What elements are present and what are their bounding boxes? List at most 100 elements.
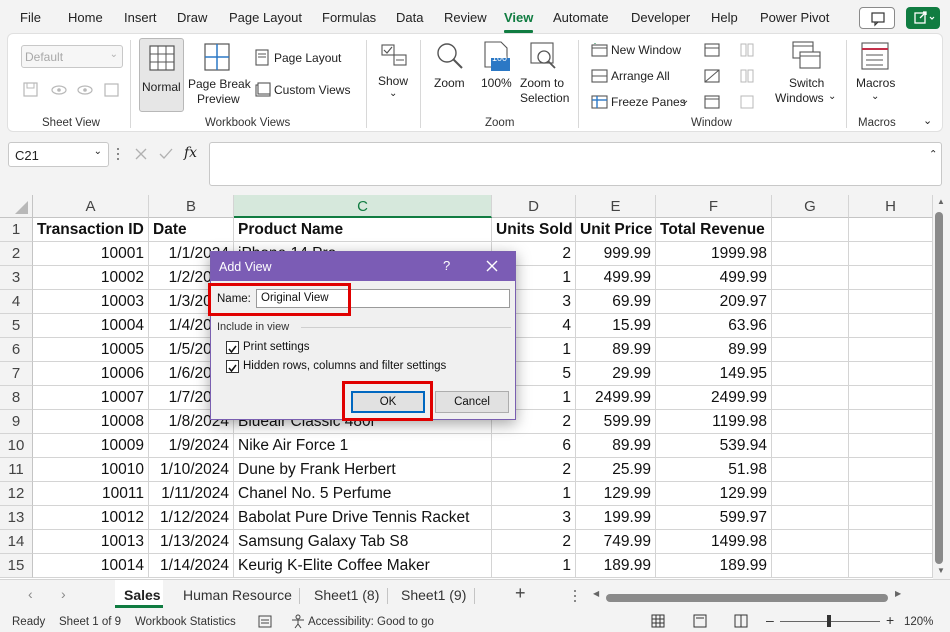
zoom-to-selection-label-2[interactable]: Selection: [520, 91, 569, 105]
menu-draw[interactable]: Draw: [177, 10, 207, 25]
row-header-2[interactable]: 2: [0, 242, 33, 266]
row-header-8[interactable]: 8: [0, 386, 33, 410]
hidden-rows-label[interactable]: Hidden rows, columns and filter settings: [243, 360, 446, 372]
data-cell[interactable]: [849, 482, 933, 506]
vertical-scroll-thumb[interactable]: [935, 212, 943, 564]
data-cell[interactable]: 189.99: [576, 554, 656, 578]
row-header-7[interactable]: 7: [0, 362, 33, 386]
data-cell[interactable]: 1199.98: [656, 410, 772, 434]
data-cell[interactable]: 10014: [33, 554, 149, 578]
show-label[interactable]: Show: [378, 74, 408, 88]
switch-windows-label-2[interactable]: Windows: [775, 91, 824, 105]
chevron-up-icon[interactable]: ⌄: [929, 147, 937, 158]
print-settings-checkbox[interactable]: [226, 341, 239, 354]
row-header-11[interactable]: 11: [0, 458, 33, 482]
data-cell[interactable]: 10004: [33, 314, 149, 338]
data-cell[interactable]: [849, 410, 933, 434]
zoom-100-label[interactable]: 100%: [481, 76, 512, 90]
zoom-slider-thumb[interactable]: [827, 615, 831, 627]
column-header-g[interactable]: G: [772, 195, 849, 218]
column-header-d[interactable]: D: [492, 195, 576, 218]
header-cell[interactable]: Date: [149, 218, 234, 242]
add-sheet-icon[interactable]: +: [515, 583, 526, 604]
data-cell[interactable]: [772, 266, 849, 290]
data-cell[interactable]: 1/9/2024: [149, 434, 234, 458]
menu-insert[interactable]: Insert: [124, 10, 157, 25]
data-cell[interactable]: [849, 386, 933, 410]
zoom-in-icon[interactable]: +: [886, 612, 894, 628]
data-cell[interactable]: [772, 554, 849, 578]
scroll-left-icon[interactable]: ◀: [593, 589, 599, 598]
page-layout-label[interactable]: Page Layout: [274, 51, 341, 65]
row-header-14[interactable]: 14: [0, 530, 33, 554]
sheet-tab-sheet1-9[interactable]: Sheet1 (9): [401, 587, 466, 603]
data-cell[interactable]: [772, 434, 849, 458]
data-cell[interactable]: 599.97: [656, 506, 772, 530]
comments-button[interactable]: [859, 7, 895, 29]
page-break-preview-label-1[interactable]: Page Break: [188, 77, 251, 91]
data-cell[interactable]: 2: [492, 458, 576, 482]
custom-views-label[interactable]: Custom Views: [274, 83, 350, 97]
scroll-up-icon[interactable]: ▲: [937, 197, 945, 206]
data-cell[interactable]: 51.98: [656, 458, 772, 482]
status-accessibility[interactable]: Accessibility: Good to go: [308, 616, 434, 628]
data-cell[interactable]: 599.99: [576, 410, 656, 434]
new-window-label[interactable]: New Window: [611, 43, 681, 57]
data-cell[interactable]: 499.99: [656, 266, 772, 290]
column-header-a[interactable]: A: [33, 195, 149, 218]
zoom-label[interactable]: Zoom: [434, 76, 465, 90]
column-header-h[interactable]: H: [849, 195, 933, 218]
page-break-status-icon[interactable]: [734, 614, 748, 628]
data-cell[interactable]: [849, 362, 933, 386]
data-cell[interactable]: 63.96: [656, 314, 772, 338]
normal-view-button[interactable]: Normal: [139, 38, 184, 112]
data-cell[interactable]: [849, 434, 933, 458]
data-cell[interactable]: 1/12/2024: [149, 506, 234, 530]
row-header-4[interactable]: 4: [0, 290, 33, 314]
insert-function-button[interactable]: fx: [184, 145, 197, 161]
data-cell[interactable]: [849, 266, 933, 290]
scroll-down-icon[interactable]: ▼: [937, 566, 945, 575]
data-cell[interactable]: [772, 242, 849, 266]
row-header-12[interactable]: 12: [0, 482, 33, 506]
data-cell[interactable]: [772, 458, 849, 482]
header-cell[interactable]: Total Revenue: [656, 218, 772, 242]
horizontal-scroll-thumb[interactable]: [606, 594, 888, 602]
row-header-3[interactable]: 3: [0, 266, 33, 290]
column-header-b[interactable]: B: [149, 195, 234, 218]
collapse-ribbon-icon[interactable]: ⌄: [923, 114, 932, 127]
data-cell[interactable]: Keurig K-Elite Coffee Maker: [234, 554, 492, 578]
header-cell[interactable]: Unit Price: [576, 218, 656, 242]
data-cell[interactable]: 539.94: [656, 434, 772, 458]
data-cell[interactable]: [772, 410, 849, 434]
menu-power-pivot[interactable]: Power Pivot: [760, 10, 829, 25]
row-header-5[interactable]: 5: [0, 314, 33, 338]
select-all-corner[interactable]: [0, 195, 33, 218]
name-box[interactable]: C21 ⌄: [8, 142, 109, 167]
zoom-to-selection-label-1[interactable]: Zoom to: [520, 76, 564, 90]
row-header-13[interactable]: 13: [0, 506, 33, 530]
data-cell[interactable]: 149.95: [656, 362, 772, 386]
data-cell[interactable]: 1/13/2024: [149, 530, 234, 554]
data-cell[interactable]: [849, 506, 933, 530]
data-cell[interactable]: Nike Air Force 1: [234, 434, 492, 458]
data-cell[interactable]: 10007: [33, 386, 149, 410]
sheet-tab-sheet1-8[interactable]: Sheet1 (8): [314, 587, 379, 603]
cancel-button[interactable]: Cancel: [435, 391, 509, 413]
row-header-15[interactable]: 15: [0, 554, 33, 578]
tabs-splitter-icon[interactable]: [572, 589, 578, 603]
formula-input[interactable]: ⌄: [209, 142, 942, 186]
menu-page-layout[interactable]: Page Layout: [229, 10, 302, 25]
data-cell[interactable]: 10012: [33, 506, 149, 530]
header-cell[interactable]: [772, 218, 849, 242]
data-cell[interactable]: 29.99: [576, 362, 656, 386]
switch-windows-label-1[interactable]: Switch: [789, 76, 824, 90]
data-cell[interactable]: 6: [492, 434, 576, 458]
hidden-rows-checkbox[interactable]: [226, 360, 239, 373]
menu-developer[interactable]: Developer: [631, 10, 690, 25]
menu-formulas[interactable]: Formulas: [322, 10, 376, 25]
data-cell[interactable]: 10005: [33, 338, 149, 362]
data-cell[interactable]: 10010: [33, 458, 149, 482]
data-cell[interactable]: 1999.98: [656, 242, 772, 266]
data-cell[interactable]: 10002: [33, 266, 149, 290]
